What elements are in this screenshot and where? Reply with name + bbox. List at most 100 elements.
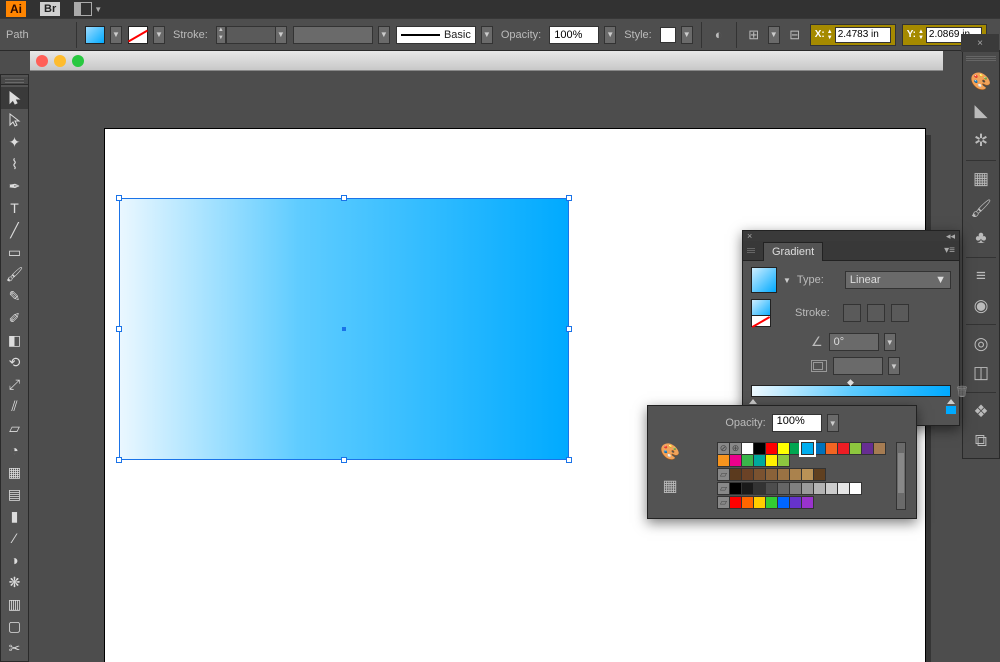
tools-panel-grip[interactable] [1, 77, 28, 85]
transparency-panel-icon[interactable]: ◎ [966, 331, 996, 356]
color-guide-panel-icon[interactable]: ◣ [966, 99, 996, 124]
paintbrush-tool[interactable]: 🖌 [1, 263, 28, 285]
gradient-tool[interactable]: ▮ [1, 505, 28, 527]
layers-panel-icon[interactable]: ❖ [966, 399, 996, 424]
mesh-tool[interactable]: ▤ [1, 483, 28, 505]
angle-dropdown[interactable]: ▼ [884, 333, 896, 351]
pencil-tool[interactable]: ✎ [1, 285, 28, 307]
x-input[interactable] [835, 27, 891, 43]
rotate-tool[interactable]: ⟲ [1, 351, 28, 373]
swatch[interactable] [849, 482, 862, 495]
swatch-opacity-input[interactable]: 100% [772, 414, 822, 432]
gradient-preview-swatch[interactable] [751, 267, 777, 293]
type-tool[interactable]: T [1, 197, 28, 219]
align-dropdown[interactable]: ▼ [768, 26, 780, 44]
swatch[interactable] [801, 442, 814, 455]
gradient-panel-icon[interactable]: ◉ [966, 293, 996, 318]
scale-tool[interactable]: ⤢ [1, 373, 28, 395]
brushes-panel-icon[interactable]: 🖌 [966, 196, 996, 221]
recolor-artwork-icon[interactable]: ◐ [710, 26, 728, 44]
window-zoom-button[interactable] [72, 55, 84, 67]
eraser-tool[interactable]: ◧ [1, 329, 28, 351]
swatch[interactable] [801, 496, 814, 509]
resize-handle-tr[interactable] [566, 195, 572, 201]
gradient-stroke-box[interactable] [751, 315, 771, 327]
width-tool[interactable]: ⫽ [1, 395, 28, 417]
magic-wand-tool[interactable]: ✦ [1, 131, 28, 153]
align-icon[interactable]: ⊞ [745, 26, 763, 44]
swatches-panel-icon[interactable]: ▦ [966, 166, 996, 191]
swatch[interactable] [777, 454, 790, 467]
swatch[interactable] [873, 442, 886, 455]
perspective-grid-tool[interactable]: ▦ [1, 461, 28, 483]
brush-dropdown[interactable]: ▼ [481, 26, 493, 44]
selection-tool[interactable] [1, 87, 28, 109]
gradient-panel-header-grip[interactable]: × ◂◂ [743, 231, 959, 241]
resize-handle-ml[interactable] [116, 326, 122, 332]
gradient-preset-dropdown[interactable]: ▼ [783, 276, 791, 285]
panel-dock-grip[interactable] [966, 56, 996, 63]
free-transform-tool[interactable]: ▱ [1, 417, 28, 439]
swatch[interactable] [813, 468, 826, 481]
gradient-aspect-input[interactable] [833, 357, 883, 375]
panel-close-icon[interactable]: × [747, 231, 752, 241]
gradient-angle-input[interactable] [829, 333, 879, 351]
delete-stop-icon[interactable]: 🗑 [955, 385, 969, 398]
aspect-dropdown[interactable]: ▼ [888, 357, 900, 375]
color-panel-icon[interactable]: 🎨 [966, 69, 996, 94]
resize-handle-bl[interactable] [116, 457, 122, 463]
gradient-type-select[interactable]: Linear ▼ [845, 271, 951, 289]
gradient-stop-right[interactable] [945, 403, 955, 415]
panel-grip-icon[interactable] [747, 248, 755, 253]
fill-swatch[interactable] [85, 26, 105, 44]
opacity-dropdown[interactable]: ▼ [604, 26, 616, 44]
resize-handle-bm[interactable] [341, 457, 347, 463]
blob-brush-tool[interactable]: ✐ [1, 307, 28, 329]
swatch-grid-icon[interactable]: ▦ [662, 476, 677, 496]
direct-selection-tool[interactable] [1, 109, 28, 131]
rectangle-tool[interactable]: ▭ [1, 241, 28, 263]
resize-handle-tm[interactable] [341, 195, 347, 201]
eyedropper-tool[interactable]: ⁄ [1, 527, 28, 549]
gradient-midpoint[interactable]: ◆ [847, 377, 854, 388]
window-minimize-button[interactable] [54, 55, 66, 67]
swatch-scrollbar[interactable] [896, 442, 906, 510]
gradient-tab[interactable]: Gradient [763, 242, 823, 261]
stroke-swatch[interactable] [128, 26, 148, 44]
graphic-style-dropdown[interactable]: ▼ [681, 26, 693, 44]
layout-menu[interactable]: ▼ [74, 2, 102, 16]
resize-handle-br[interactable] [566, 457, 572, 463]
panel-dock-close[interactable]: × [961, 34, 999, 52]
resize-handle-mr[interactable] [566, 326, 572, 332]
variable-width-dropdown[interactable]: ▼ [378, 26, 390, 44]
app-icon-bridge[interactable]: Br [40, 2, 60, 16]
graphic-style-swatch[interactable] [660, 27, 676, 43]
blend-tool[interactable]: ◑ [1, 549, 28, 571]
window-close-button[interactable] [36, 55, 48, 67]
fill-dropdown[interactable]: ▼ [110, 26, 122, 44]
shape-builder-tool[interactable]: ◔ [1, 439, 28, 461]
document-titlebar[interactable] [30, 51, 943, 71]
artboard-tool[interactable]: ▢ [1, 615, 28, 637]
stroke-weight-stepper[interactable]: ▲▼ ▼ [216, 26, 287, 44]
panel-collapse-icon[interactable]: ◂◂ [946, 231, 955, 242]
transform-icon[interactable]: ⊟ [786, 26, 804, 44]
artboards-panel-icon[interactable]: ⧉ [966, 429, 996, 454]
brush-definition[interactable]: Basic [396, 26, 476, 44]
appearance-panel-icon[interactable]: ◫ [966, 361, 996, 386]
column-graph-tool[interactable]: ▥ [1, 593, 28, 615]
opacity-input[interactable]: 100% [549, 26, 599, 44]
variable-width-profile[interactable] [293, 26, 373, 44]
resize-handle-tl[interactable] [116, 195, 122, 201]
slice-tool[interactable]: ✂ [1, 637, 28, 659]
swatch-palette-icon[interactable]: 🎨 [660, 442, 680, 462]
symbol-sprayer-tool[interactable]: ❋ [1, 571, 28, 593]
lasso-tool[interactable]: ⌇ [1, 153, 28, 175]
symbols-panel-icon[interactable]: ♣ [966, 225, 996, 250]
kuler-panel-icon[interactable]: ✲ [966, 128, 996, 153]
stroke-gradient-along[interactable] [867, 304, 885, 322]
panel-menu-icon[interactable]: ▾≡ [944, 245, 955, 256]
stroke-panel-icon[interactable]: ≡ [966, 264, 996, 289]
swatch-opacity-dropdown[interactable]: ▼ [827, 414, 839, 432]
pen-tool[interactable]: ✒ [1, 175, 28, 197]
